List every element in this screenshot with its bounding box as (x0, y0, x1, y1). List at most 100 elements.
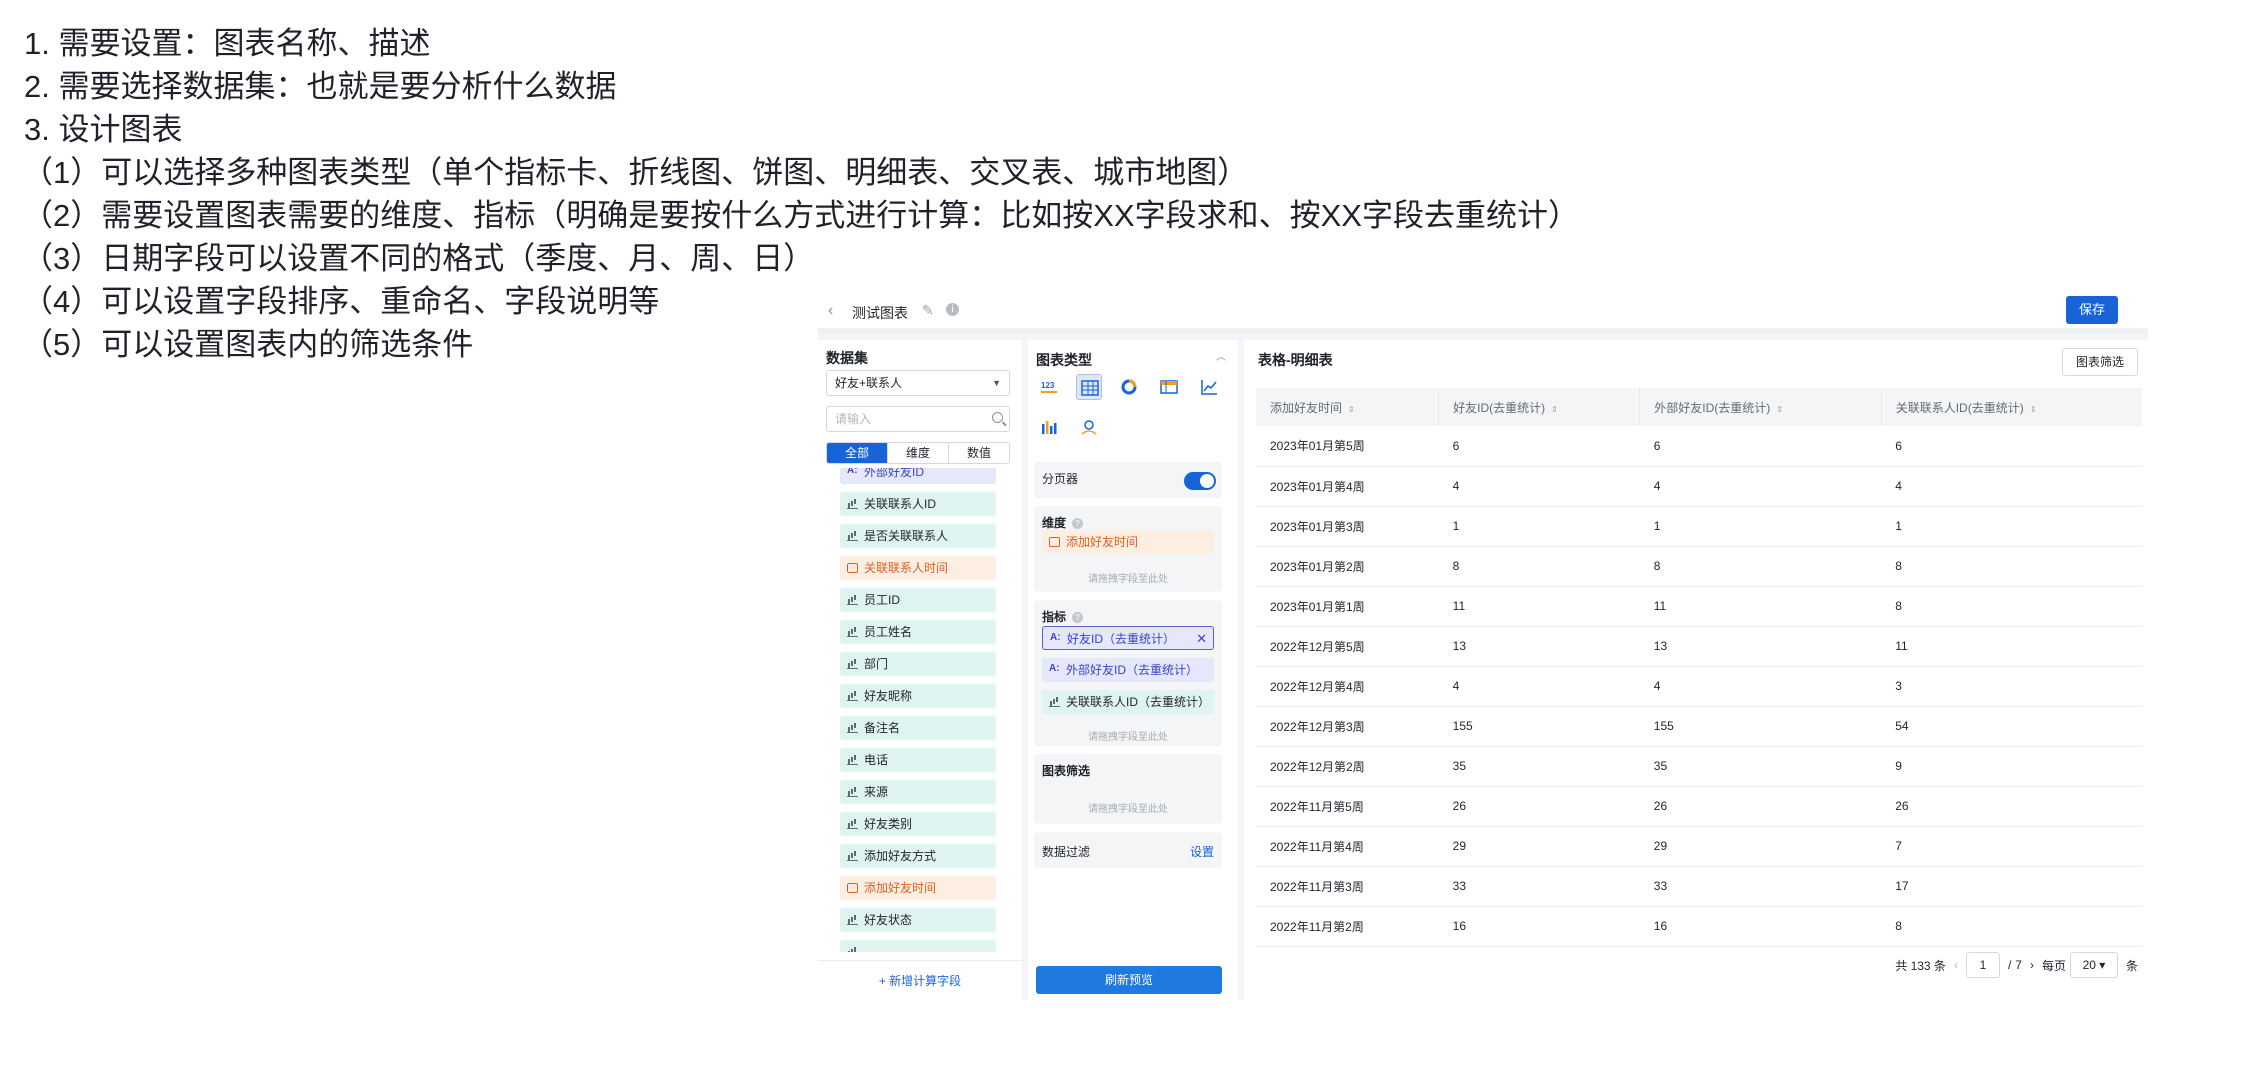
field-item[interactable] (840, 940, 996, 952)
line-chart-icon[interactable] (1196, 374, 1222, 400)
dimension-label: 维度 (1042, 516, 1067, 530)
table-cell: 11 (1438, 586, 1640, 627)
field-label: 好友类别 (864, 817, 913, 831)
refresh-preview-button[interactable]: 刷新预览 (1036, 966, 1222, 994)
numeric-field-icon (847, 627, 858, 637)
city-map-icon[interactable] (1076, 414, 1102, 440)
preview-heading: 表格-明细表 (1258, 352, 1333, 368)
note-line: 1. 需要设置：图表名称、描述 (24, 26, 431, 61)
chart-filter-zone[interactable]: 图表筛选 请拖拽字段至此处 (1034, 754, 1222, 824)
table-row: 2022年12月第3周 155 155 54 (1256, 706, 2142, 747)
field-item[interactable]: 添加好友方式 (840, 844, 996, 868)
pie-chart-icon[interactable] (1116, 374, 1142, 400)
sort-icon[interactable]: ⇕ (1551, 405, 1558, 414)
calendar-icon (847, 883, 858, 893)
add-calculated-field-button[interactable]: + 新增计算字段 (818, 960, 1022, 1000)
sort-icon[interactable]: ⇕ (1348, 405, 1355, 414)
table-cell: 4 (1438, 466, 1640, 507)
numeric-field-icon (847, 723, 858, 733)
field-item[interactable]: 电话 (840, 748, 996, 772)
table-cell: 7 (1881, 826, 2142, 867)
column-header-label: 好友ID(去重统计) (1453, 400, 1546, 415)
field-label: 员工ID (864, 593, 901, 607)
close-icon[interactable]: ✕ (1196, 627, 1207, 649)
page-size-select[interactable]: 20 ▾ (2069, 952, 2118, 978)
table-row: 2022年11月第2周 16 16 8 (1256, 906, 2142, 947)
dataset-select[interactable]: 好友+联系人 ▼ (826, 370, 1010, 396)
pager-toggle[interactable] (1184, 472, 1216, 490)
chart-type-heading: 图表类型 (1036, 352, 1092, 368)
sort-icon[interactable]: ⇕ (1776, 405, 1783, 414)
field-search-input[interactable]: 请输入 (826, 406, 1010, 432)
field-item[interactable]: 备注名 (840, 716, 996, 740)
column-header[interactable]: 好友ID(去重统计) ⇕ (1438, 388, 1641, 426)
data-filter-set-link[interactable]: 设置 (1190, 843, 1214, 860)
tab-value[interactable]: 数值 (949, 443, 1009, 463)
note-line: （2）需要设置图表需要的维度、指标（明确是要按什么方式进行计算：比如按XX字段求… (22, 198, 1579, 233)
help-icon[interactable]: ? (1072, 518, 1084, 529)
table-cell: 13 (1438, 626, 1640, 667)
metric-chip[interactable]: 关联联系人ID（去重统计） (1042, 690, 1214, 714)
field-item[interactable]: 好友类别 (840, 812, 996, 836)
cross-table-icon[interactable] (1156, 374, 1182, 400)
chart-filter-button[interactable]: 图表筛选 (2062, 348, 2138, 376)
page-input[interactable]: 1 (1965, 952, 2000, 978)
column-header[interactable]: 关联联系人ID(去重统计) ⇕ (1881, 388, 2142, 426)
field-item[interactable]: 添加好友时间 (840, 876, 996, 900)
metric-label: 指标 (1042, 610, 1067, 624)
sort-icon[interactable]: ⇕ (2030, 405, 2037, 414)
table-cell: 2023年01月第3周 (1256, 506, 1439, 547)
field-label: 部门 (864, 657, 889, 671)
save-button[interactable]: 保存 (2066, 296, 2118, 324)
back-chevron-icon[interactable]: ‹ (828, 302, 833, 320)
field-item[interactable]: 关联联系人ID (840, 492, 996, 516)
field-type-tabs: 全部 维度 数值 (826, 442, 1010, 464)
field-item[interactable]: 是否关联联系人 (840, 524, 996, 548)
chevron-up-icon[interactable]: ︿ (1216, 348, 1226, 363)
field-item[interactable]: 员工ID (840, 588, 996, 612)
help-icon[interactable]: ? (1072, 612, 1084, 623)
pencil-icon[interactable]: ✎ (922, 302, 934, 319)
table-cell: 8 (1438, 546, 1640, 587)
field-item[interactable]: A: 外部好友ID (840, 468, 996, 484)
table-cell: 2023年01月第2周 (1256, 546, 1439, 587)
kpi-card-icon[interactable]: 123 (1036, 374, 1062, 400)
pager-label: 分页器 (1042, 472, 1079, 486)
field-item[interactable]: 关联联系人时间 (840, 556, 996, 580)
field-item[interactable]: 员工姓名 (840, 620, 996, 644)
pager-setting: 分页器 (1034, 462, 1222, 498)
text-field-icon: A: (1049, 663, 1060, 674)
prev-page-icon[interactable]: ‹ (1954, 958, 1958, 972)
dimension-chip-label: 添加好友时间 (1066, 535, 1139, 549)
field-label: 是否关联联系人 (864, 529, 949, 543)
text-field-icon: A: (847, 468, 858, 476)
table-cell: 26 (1438, 786, 1640, 827)
metric-zone[interactable]: 指标? A: 好友ID（去重统计） ✕ A: 外部好友ID（去重统计） 关联联系人ID… (1034, 600, 1222, 746)
column-header[interactable]: 添加好友时间 ⇕ (1256, 388, 1440, 426)
dimension-zone[interactable]: 维度? 添加好友时间 请拖拽字段至此处 (1034, 506, 1222, 592)
field-item[interactable]: 好友昵称 (840, 684, 996, 708)
column-header[interactable]: 外部好友ID(去重统计) ⇕ (1639, 388, 1882, 426)
preview-panel: 表格-明细表 图表筛选 添加好友时间 ⇕ 好友ID(去重统计) ⇕ 外部好友ID(去重统… (1244, 340, 2148, 1000)
table-cell: 155 (1438, 706, 1640, 747)
tab-dimension[interactable]: 维度 (888, 443, 949, 463)
table-cell: 2022年11月第2周 (1256, 906, 1439, 947)
metric-chip[interactable]: A: 外部好友ID（去重统计） (1042, 658, 1214, 682)
field-label: 外部好友ID (864, 468, 925, 479)
metric-chip[interactable]: A: 好友ID（去重统计） ✕ (1042, 626, 1214, 650)
next-page-icon[interactable]: › (2030, 958, 2034, 972)
dimension-chip[interactable]: 添加好友时间 (1042, 530, 1214, 554)
tab-all[interactable]: 全部 (827, 443, 888, 463)
field-item[interactable]: 来源 (840, 780, 996, 804)
numeric-field-icon (847, 531, 858, 541)
search-icon[interactable] (992, 412, 1003, 423)
detail-table-icon[interactable] (1076, 374, 1102, 400)
chart-config-panel: 图表类型 ︿ 123 分页器 维度 ? 添加好友时间 请拖拽字段至此处 指标 ?… (1028, 340, 1238, 1000)
info-icon[interactable]: i (946, 303, 959, 316)
field-label: 添加好友时间 (864, 881, 937, 895)
field-item[interactable]: 好友状态 (840, 908, 996, 932)
field-item[interactable]: 部门 (840, 652, 996, 676)
bar-chart-icon[interactable] (1036, 414, 1062, 440)
table-cell: 29 (1438, 826, 1640, 867)
field-list: A: 外部好友ID 关联联系人ID 是否关联联系人关联联系人时间员工ID 员工姓名部门好… (840, 468, 998, 952)
